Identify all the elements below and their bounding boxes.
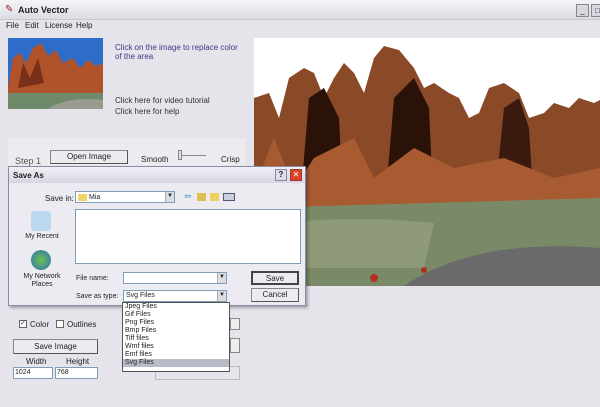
dialog-title-bar bbox=[9, 167, 305, 183]
folder-icon bbox=[78, 194, 87, 201]
type-option[interactable]: Emf files bbox=[123, 351, 229, 359]
type-option[interactable]: Jpeg Files bbox=[123, 303, 229, 311]
type-option-selected[interactable]: Svg Files bbox=[123, 359, 229, 367]
save-image-button[interactable]: Save Image bbox=[13, 339, 98, 354]
save-as-dialog: Save As ? ✕ Save in: Mia ▼ ⇦ My Recent M… bbox=[8, 166, 306, 306]
smoothness-slider[interactable] bbox=[178, 155, 206, 156]
place-my-recent[interactable]: My Recent bbox=[23, 233, 61, 240]
height-label: Height bbox=[66, 357, 90, 366]
open-image-button[interactable]: Open Image bbox=[50, 150, 128, 164]
crisp-label: Crisp bbox=[221, 155, 240, 164]
type-option[interactable]: Wmf files bbox=[123, 343, 229, 351]
outlines-label: Outlines bbox=[67, 320, 97, 329]
menu-file[interactable]: File bbox=[6, 21, 19, 30]
maximize-button[interactable]: □ bbox=[591, 4, 600, 17]
save-in-select[interactable]: Mia ▼ bbox=[75, 191, 175, 203]
minimize-button[interactable]: _ bbox=[576, 4, 589, 17]
save-as-type-select[interactable]: Svg Files ▼ bbox=[123, 290, 227, 302]
views-menu-icon[interactable] bbox=[223, 193, 235, 201]
height-input[interactable]: 768 bbox=[55, 367, 98, 379]
save-button[interactable]: Save bbox=[251, 271, 299, 285]
save-type-dropdown-list[interactable]: Jpeg Files Gif Files Png Files Bmp Files… bbox=[122, 302, 230, 372]
type-option[interactable]: Gif Files bbox=[123, 311, 229, 319]
type-option[interactable]: Tiff files bbox=[123, 335, 229, 343]
width-input[interactable]: 1024 bbox=[13, 367, 53, 379]
partial-button[interactable] bbox=[230, 338, 240, 353]
help-link[interactable]: Click here for help bbox=[115, 107, 179, 116]
color-label: Color bbox=[30, 320, 50, 329]
slider-thumb[interactable] bbox=[178, 150, 182, 160]
close-button[interactable]: ✕ bbox=[290, 169, 302, 181]
up-folder-icon[interactable] bbox=[197, 193, 206, 201]
type-option[interactable]: Bmp Files bbox=[123, 327, 229, 335]
file-list[interactable] bbox=[75, 209, 301, 264]
help-button[interactable]: ? bbox=[275, 169, 287, 181]
menu-license[interactable]: License bbox=[45, 21, 73, 30]
menu-help[interactable]: Help bbox=[76, 21, 92, 30]
replace-color-hint: Click on the image to replace color of t… bbox=[115, 43, 238, 61]
menu-edit[interactable]: Edit bbox=[25, 21, 39, 30]
dialog-title: Save As bbox=[13, 171, 44, 180]
save-in-value: Mia bbox=[89, 194, 101, 201]
spinner[interactable] bbox=[230, 318, 240, 330]
file-name-input[interactable]: ▼ bbox=[123, 272, 227, 284]
chevron-down-icon[interactable]: ▼ bbox=[217, 273, 226, 283]
color-checkbox[interactable]: ✓ bbox=[19, 320, 27, 328]
title-bar bbox=[0, 0, 600, 20]
place-my-network[interactable]: My Network Places bbox=[21, 273, 63, 289]
video-tutorial-link[interactable]: Click here for video tutorial bbox=[115, 96, 210, 105]
chevron-down-icon[interactable]: ▼ bbox=[217, 291, 226, 301]
type-option[interactable]: Png Files bbox=[123, 319, 229, 327]
back-icon[interactable]: ⇦ bbox=[184, 191, 192, 202]
thumbnail-image[interactable] bbox=[8, 38, 103, 109]
network-icon[interactable] bbox=[31, 250, 51, 270]
save-as-type-label: Save as type: bbox=[76, 293, 119, 300]
file-name-label: File name: bbox=[76, 275, 109, 282]
new-folder-icon[interactable] bbox=[210, 193, 219, 201]
outlines-checkbox[interactable] bbox=[56, 320, 64, 328]
width-label: Width bbox=[26, 357, 47, 366]
app-title: Auto Vector bbox=[18, 5, 69, 15]
recent-icon[interactable] bbox=[31, 211, 51, 231]
cancel-button[interactable]: Cancel bbox=[251, 288, 299, 302]
save-in-label: Save in: bbox=[45, 194, 74, 203]
step-label: Step 1 bbox=[15, 156, 42, 166]
smooth-label: Smooth bbox=[141, 155, 169, 164]
pen-icon: ✎ bbox=[5, 4, 14, 15]
save-as-type-value: Svg Files bbox=[126, 292, 155, 299]
chevron-down-icon[interactable]: ▼ bbox=[165, 192, 174, 202]
